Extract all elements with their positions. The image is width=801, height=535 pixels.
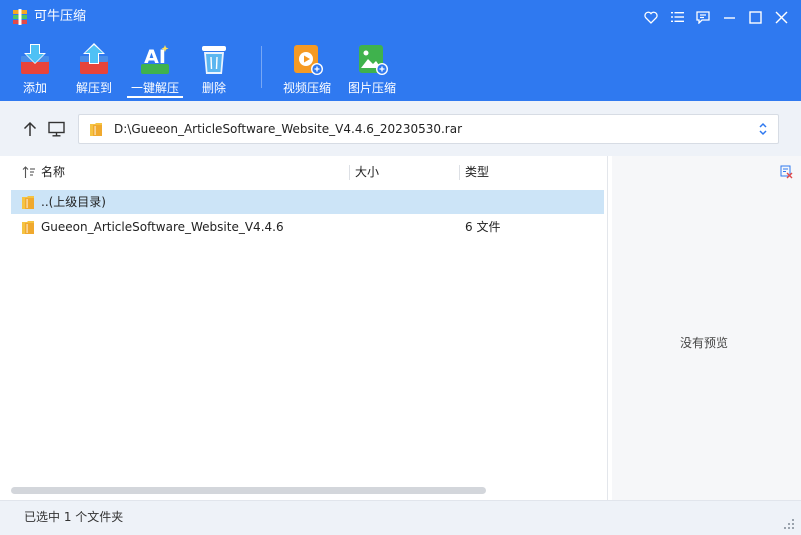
status-bar: 已选中 1 个文件夹: [0, 500, 801, 535]
heart-icon: [644, 11, 658, 24]
add-label: 添加: [22, 81, 47, 95]
app-title: 可牛压缩: [34, 9, 87, 24]
app-header: 可牛压缩 添加 解压到 AI 一键解压 删除 视频压缩 图片压缩: [0, 0, 801, 101]
column-type[interactable]: 类型: [465, 156, 489, 188]
one-click-extract-label: 一键解压: [130, 81, 179, 95]
folder-icon: [90, 123, 102, 136]
preview-pane: 没有预览: [612, 156, 801, 500]
title-bar[interactable]: 可牛压缩: [0, 0, 801, 34]
file-name: Gueeon_ArticleSoftware_Website_V4.4.6: [41, 220, 284, 234]
folder-icon: [22, 221, 34, 234]
file-type: 6 文件: [465, 220, 501, 234]
path-text: D:\Gueeon_ArticleSoftware_Website_V4.4.6…: [114, 122, 463, 136]
image-compress-icon: [359, 45, 388, 75]
maximize-icon: [748, 10, 762, 24]
ai-extract-icon: AI: [141, 45, 169, 74]
feedback-button[interactable]: [692, 7, 714, 27]
column-divider[interactable]: [459, 165, 460, 180]
video-compress-label: 视频压缩: [282, 81, 331, 95]
column-size[interactable]: 大小: [355, 156, 379, 188]
folder-icon: [22, 196, 34, 209]
path-field[interactable]: D:\Gueeon_ArticleSoftware_Website_V4.4.6…: [78, 114, 779, 144]
minimize-icon: [723, 16, 735, 19]
close-button[interactable]: [770, 7, 792, 27]
svg-text:AI: AI: [144, 46, 166, 68]
menu-icon: [670, 12, 684, 22]
column-header: 名称 大小 类型: [0, 156, 608, 188]
arrow-up-icon: [23, 121, 37, 136]
close-preview-icon[interactable]: [780, 165, 793, 179]
video-compress-icon: [294, 45, 323, 75]
list-item-parent-dir[interactable]: ..(上级目录): [11, 190, 604, 214]
column-name[interactable]: 名称: [41, 156, 65, 188]
computer-button[interactable]: [45, 118, 67, 140]
close-icon: [775, 11, 787, 23]
chat-icon: [696, 10, 710, 24]
delete-label: 删除: [201, 81, 226, 95]
extract-to-button[interactable]: 解压到: [72, 40, 116, 98]
trash-icon: [202, 46, 226, 74]
sort-icon[interactable]: [22, 165, 36, 179]
list-item-folder[interactable]: Gueeon_ArticleSoftware_Website_V4.4.6 6 …: [11, 215, 604, 239]
dropdown-arrows-icon[interactable]: [758, 121, 768, 137]
toolbar-divider: [261, 46, 262, 88]
no-preview-text: 没有预览: [679, 336, 728, 350]
video-compress-button[interactable]: 视频压缩: [280, 40, 334, 98]
file-name: ..(上级目录): [41, 195, 106, 209]
maximize-button[interactable]: [744, 7, 766, 27]
extract-to-icon: [80, 43, 108, 74]
add-button[interactable]: 添加: [15, 40, 55, 98]
column-divider[interactable]: [349, 165, 350, 180]
address-bar-row: D:\Gueeon_ArticleSoftware_Website_V4.4.6…: [0, 101, 801, 156]
menu-button[interactable]: [666, 7, 688, 27]
image-compress-button[interactable]: 图片压缩: [345, 40, 399, 98]
file-list: 名称 大小 类型 ..(上级目录) Gueeon_ArticleSoftware…: [0, 156, 608, 500]
app-logo-icon: [13, 9, 27, 25]
horizontal-scrollbar[interactable]: [11, 487, 486, 494]
minimize-button[interactable]: [718, 7, 740, 27]
monitor-icon: [47, 121, 65, 137]
add-archive-icon: [21, 44, 49, 74]
extract-to-label: 解压到: [75, 81, 112, 95]
toolbar: 添加 解压到 AI 一键解压 删除 视频压缩 图片压缩: [0, 34, 801, 101]
delete-button[interactable]: 删除: [196, 40, 232, 98]
selection-status: 已选中 1 个文件夹: [24, 510, 124, 524]
image-compress-label: 图片压缩: [347, 81, 396, 95]
favorite-button[interactable]: [640, 7, 662, 27]
resize-grip-icon[interactable]: [783, 518, 795, 530]
up-level-button[interactable]: [19, 118, 41, 140]
one-click-extract-button[interactable]: AI 一键解压: [127, 40, 183, 98]
